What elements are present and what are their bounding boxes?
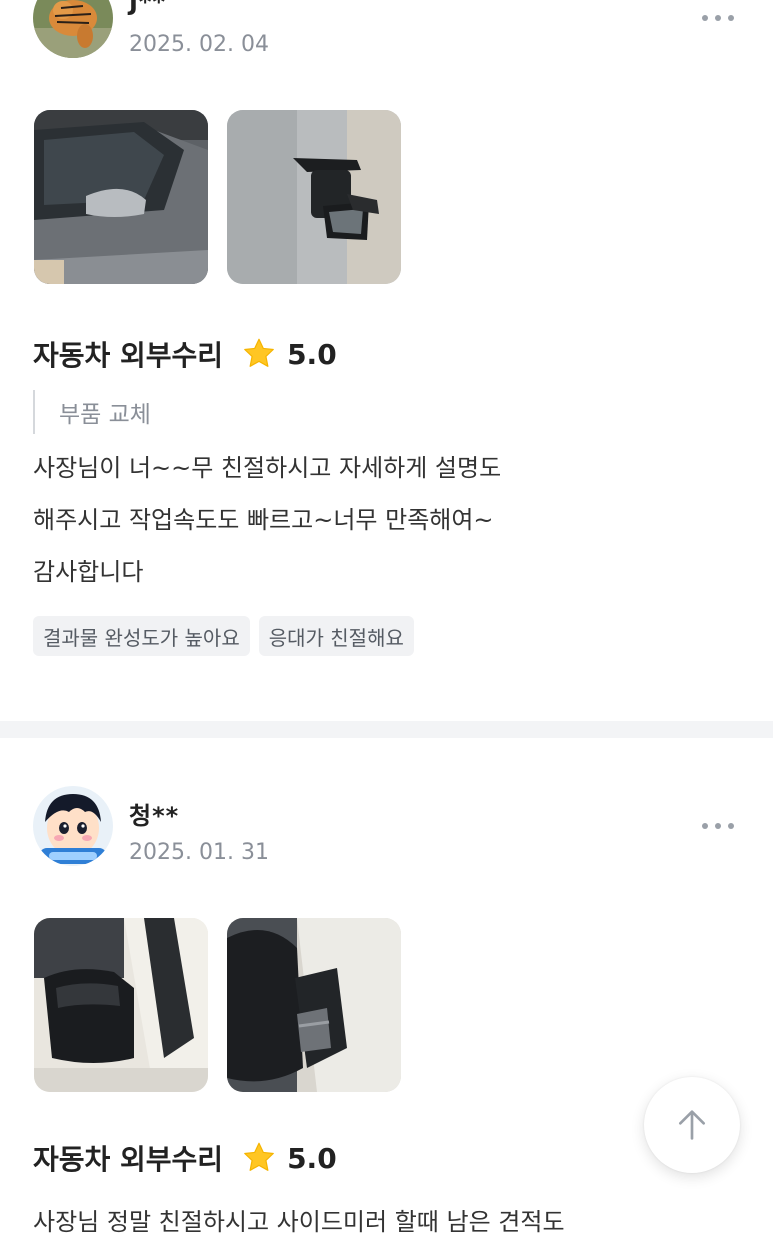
rating-score: 5.0 bbox=[287, 1141, 337, 1175]
more-horizontal-icon[interactable] bbox=[702, 12, 736, 24]
arrow-up-icon bbox=[679, 1110, 705, 1140]
username: 청** bbox=[129, 802, 180, 830]
review-tag: 응대가 친절해요 bbox=[258, 616, 414, 656]
service-name: 자동차 외부수리 bbox=[33, 339, 224, 372]
avatar[interactable] bbox=[33, 786, 113, 866]
review-text: 사장님 정말 친절하시고 사이드미러 할때 남은 견적도 bbox=[33, 1208, 565, 1236]
review-photo[interactable] bbox=[227, 110, 401, 284]
service-rating-row: 자동차 외부수리 5.0 bbox=[33, 334, 337, 374]
star-icon bbox=[244, 1142, 274, 1171]
avatar[interactable] bbox=[33, 0, 113, 58]
service-option: 부품 교체 bbox=[33, 390, 151, 434]
review-tag: 결과물 완성도가 높아요 bbox=[33, 616, 250, 656]
service-name: 자동차 외부수리 bbox=[33, 1143, 224, 1176]
rating-score: 5.0 bbox=[287, 337, 337, 371]
review-photo[interactable] bbox=[34, 110, 208, 284]
review-date: 2025. 01. 31 bbox=[129, 840, 269, 865]
tag-list: 결과물 완성도가 높아요 응대가 친절해요 bbox=[33, 616, 414, 656]
review-text: 사장님이 너~~무 친절하시고 자세하게 설명도 해주시고 작업속도도 빠르고~… bbox=[33, 454, 502, 586]
review-date: 2025. 02. 04 bbox=[129, 32, 269, 57]
service-rating-row: 자동차 외부수리 5.0 bbox=[33, 1138, 337, 1178]
review-photo[interactable] bbox=[34, 918, 208, 1092]
scroll-top-button[interactable] bbox=[644, 1077, 740, 1173]
username: J** bbox=[129, 0, 167, 16]
more-horizontal-icon[interactable] bbox=[702, 820, 736, 832]
star-icon bbox=[244, 338, 274, 367]
review-photo[interactable] bbox=[227, 918, 401, 1092]
section-divider bbox=[0, 721, 773, 738]
